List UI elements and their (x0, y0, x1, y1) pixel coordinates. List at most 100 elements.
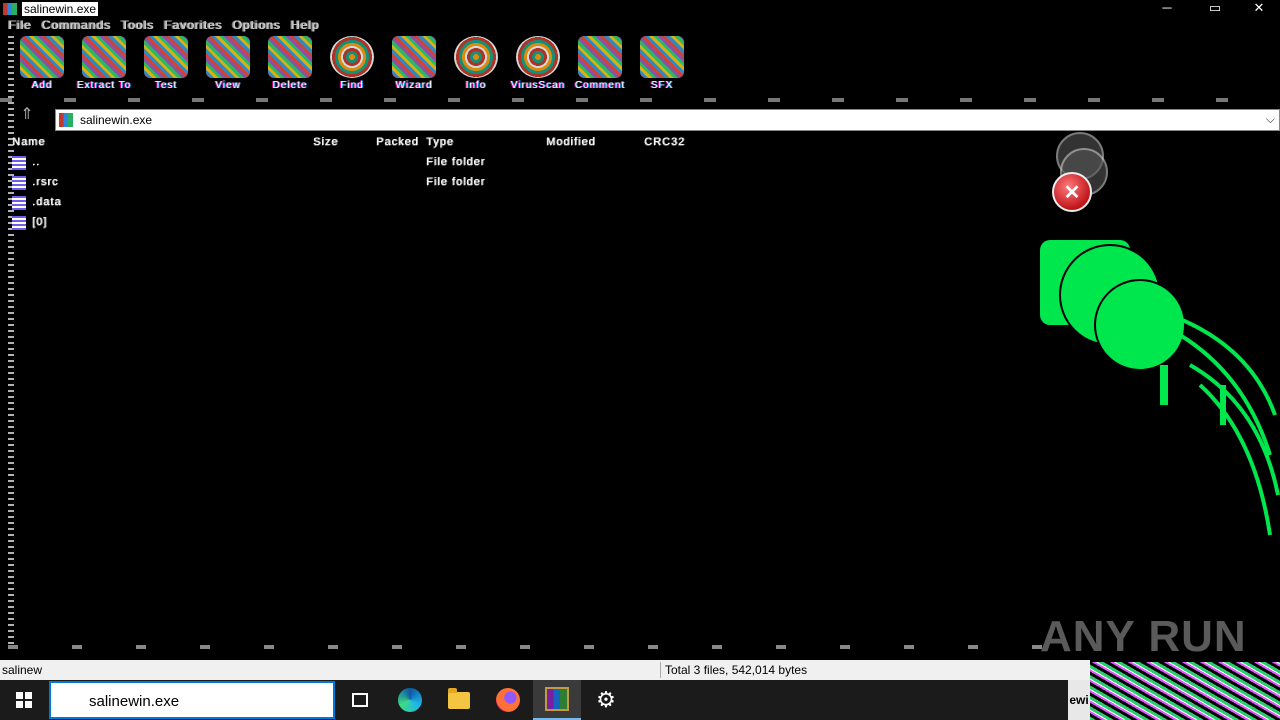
status-total-text: Total 3 files, 542,014 bytes (665, 663, 808, 677)
address-bar[interactable]: salinewin.exe ⌵ (55, 109, 1280, 131)
file-name: .data (32, 196, 62, 208)
wizard-label: Wizard (395, 80, 433, 91)
tray-window-label[interactable]: ewi (1068, 680, 1090, 720)
extract-to-button[interactable]: Extract To (76, 36, 132, 96)
column-name[interactable]: Name (12, 136, 45, 148)
sfx-icon (640, 36, 684, 78)
edge-button[interactable] (386, 680, 434, 720)
delete-label: Delete (272, 80, 308, 91)
comment-icon (578, 36, 622, 78)
file-name: [0] (32, 216, 48, 228)
close-button[interactable]: ✕ (1244, 0, 1274, 16)
chevron-down-icon[interactable]: ⌵ (1266, 112, 1275, 127)
status-left-text: salinew (2, 663, 43, 677)
glitch-graphic (1040, 240, 1280, 536)
winrar-app-icon (3, 3, 17, 15)
error-icon-trail: ✕ (1050, 130, 1112, 212)
left-pane-edge (8, 36, 14, 648)
window-title: salinewin.exe (22, 2, 99, 16)
menu-options[interactable]: Options (232, 18, 280, 34)
minimize-button[interactable]: ─ (1152, 0, 1182, 16)
column-modified[interactable]: Modified (546, 136, 596, 148)
glitch-bar (1160, 365, 1168, 405)
table-row[interactable]: [0] (8, 213, 728, 233)
menu-tools[interactable]: Tools (121, 18, 154, 34)
parent-folder-name: .. (32, 156, 41, 168)
column-type[interactable]: Type (426, 136, 454, 148)
info-label: Info (465, 80, 487, 91)
gear-icon: ⚙ (596, 687, 616, 712)
folder-icon (12, 216, 26, 230)
test-icon (144, 36, 188, 78)
file-name: .rsrc (32, 176, 59, 188)
column-headers: Name Size Packed Type Modified CRC32 (8, 133, 728, 153)
add-icon (20, 36, 64, 78)
test-label: Test (154, 80, 178, 91)
search-icon (63, 693, 79, 709)
firefox-icon (496, 688, 520, 712)
folder-up-icon (12, 156, 26, 170)
column-packed[interactable]: Packed (376, 136, 419, 148)
winrar-taskbar-button[interactable] (533, 680, 581, 720)
parent-folder-row[interactable]: .. File folder (8, 153, 728, 173)
column-crc32[interactable]: CRC32 (644, 136, 685, 148)
virus-scan-icon (516, 36, 560, 78)
virus-scan-button[interactable]: VirusScan (510, 36, 566, 96)
anyrun-watermark: ANY RUN (1040, 612, 1247, 661)
test-button[interactable]: Test (138, 36, 194, 96)
up-one-level-button[interactable]: ⇑ (14, 104, 40, 126)
view-icon (206, 36, 250, 78)
extract-label: Extract To (76, 80, 132, 91)
delete-button[interactable]: Delete (262, 36, 318, 96)
table-row[interactable]: .rsrc File folder (8, 173, 728, 193)
menu-help[interactable]: Help (290, 18, 319, 34)
parent-folder-type: File folder (426, 156, 486, 168)
archive-icon (59, 113, 73, 127)
search-text: salinewin.exe (89, 693, 180, 710)
comment-label: Comment (574, 80, 626, 91)
list-bottom-divider (8, 645, 1090, 649)
taskbar: salinewin.exe ⚙ (0, 680, 1068, 720)
winrar-icon (545, 687, 569, 711)
extract-icon (82, 36, 126, 78)
add-button[interactable]: Add (14, 36, 70, 96)
settings-button[interactable]: ⚙ (582, 680, 630, 720)
find-icon (330, 36, 374, 78)
comment-button[interactable]: Comment (572, 36, 628, 96)
add-label: Add (31, 80, 53, 91)
wizard-button[interactable]: Wizard (386, 36, 442, 96)
address-path: salinewin.exe (80, 113, 153, 127)
sfx-button[interactable]: SFX (634, 36, 690, 96)
status-bar: salinew Total 3 files, 542,014 bytes (0, 660, 1090, 680)
file-explorer-button[interactable] (435, 680, 483, 720)
task-view-button[interactable] (336, 680, 384, 720)
sfx-label: SFX (650, 80, 674, 91)
firefox-button[interactable] (484, 680, 532, 720)
view-button[interactable]: View (200, 36, 256, 96)
menu-file[interactable]: File (8, 18, 31, 34)
error-icon: ✕ (1052, 172, 1092, 212)
glitch-circle (1094, 279, 1186, 371)
info-button[interactable]: Info (448, 36, 504, 96)
folder-icon (448, 687, 470, 709)
view-label: View (215, 80, 241, 91)
delete-icon (268, 36, 312, 78)
edge-icon (398, 688, 422, 712)
menu-bar: File Commands Tools Favorites Options He… (8, 18, 319, 34)
folder-icon (12, 176, 26, 190)
toolbar: Add Extract To Test View Delete Find Wiz… (14, 36, 690, 98)
folder-icon (12, 196, 26, 210)
find-button[interactable]: Find (324, 36, 380, 96)
table-row[interactable]: .data (8, 193, 728, 213)
menu-commands[interactable]: Commands (41, 18, 110, 34)
file-type: File folder (426, 176, 486, 188)
column-size[interactable]: Size (313, 136, 338, 148)
window-titlebar: salinewin.exe ─ ▭ ✕ (0, 0, 1280, 18)
toolbar-divider (0, 98, 1280, 102)
menu-favorites[interactable]: Favorites (164, 18, 222, 34)
maximize-button[interactable]: ▭ (1200, 0, 1230, 16)
wizard-icon (392, 36, 436, 78)
taskbar-search-input[interactable]: salinewin.exe (49, 681, 335, 719)
start-button[interactable] (0, 680, 48, 720)
status-separator (660, 662, 661, 678)
